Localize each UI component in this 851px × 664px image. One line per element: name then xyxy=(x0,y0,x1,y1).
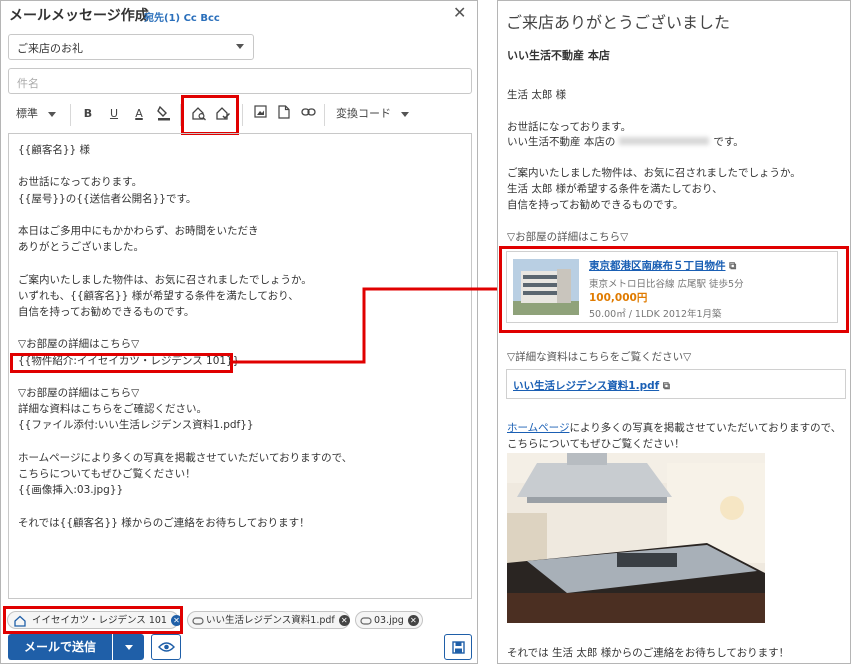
preview-closing: それでは 生活 太郎 様からのご連絡をお待ちしております！ xyxy=(507,647,790,659)
preview-para-3: 自信を持ってお勧めできるものです。 xyxy=(507,199,684,211)
preview-greeting: 生活 太郎 様 xyxy=(507,89,567,101)
document-link[interactable]: いい生活レジデンス資料1.pdf ⧉ xyxy=(513,378,670,393)
preview-para-2: 生活 太郎 様が希望する条件を満たしており、 xyxy=(507,183,723,195)
preview-intro-2-prefix: いい生活不動産 本店の xyxy=(507,136,616,148)
external-link-icon: ⧉ xyxy=(662,381,670,392)
preview-heading: ご来店ありがとうございました xyxy=(506,13,731,32)
homepage-text: により多くの写真を掲載させていただいておりますので、 xyxy=(569,422,842,434)
kitchen-photo xyxy=(507,453,765,623)
preview-intro-2: いい生活不動産 本店の です。 xyxy=(507,134,744,149)
preview-docs-header: ▽詳細な資料はこちらをご覧ください▽ xyxy=(507,351,692,363)
homepage-link[interactable]: ホームページ xyxy=(507,422,569,434)
preview-intro-1: お世話になっております。 xyxy=(507,121,632,133)
preview-para-1: ご案内いたしました物件は、お気に召されましたでしょうか。 xyxy=(507,167,801,179)
property-card-highlight-box xyxy=(499,246,849,333)
blurred-sender-name xyxy=(619,137,710,145)
preview-company: いい生活不動産 本店 xyxy=(507,49,610,62)
preview-homepage-line: ホームページにより多くの写真を掲載させていただいておりますので、 xyxy=(507,420,841,435)
preview-room-header: ▽お部屋の詳細はこちら▽ xyxy=(507,231,629,243)
preview-homepage-line-2: こちらについてもぜひご覧ください！ xyxy=(507,438,685,450)
preview-intro-2-suffix: です。 xyxy=(713,136,744,148)
document-link-label: いい生活レジデンス資料1.pdf xyxy=(513,380,660,392)
email-preview-panel: ご来店ありがとうございました いい生活不動産 本店 生活 太郎 様 お世話になっ… xyxy=(497,0,851,664)
document-link-box[interactable]: いい生活レジデンス資料1.pdf ⧉ xyxy=(506,369,846,399)
